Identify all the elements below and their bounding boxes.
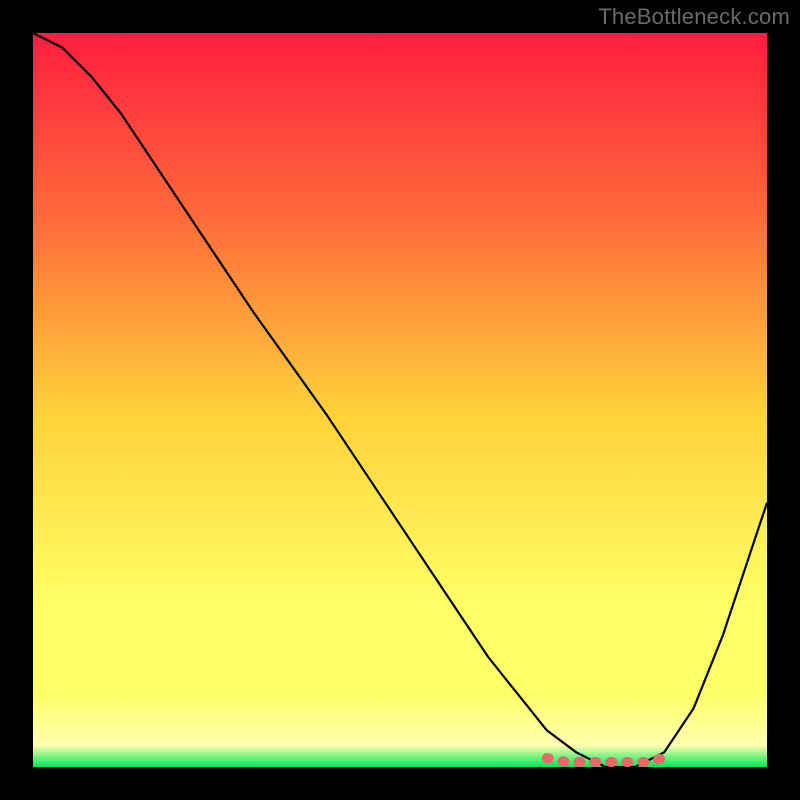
chart-svg	[33, 33, 767, 767]
watermark-text: TheBottleneck.com	[598, 4, 790, 30]
gradient-background	[33, 33, 767, 767]
plot-area	[33, 33, 767, 767]
chart-frame: TheBottleneck.com	[0, 0, 800, 800]
